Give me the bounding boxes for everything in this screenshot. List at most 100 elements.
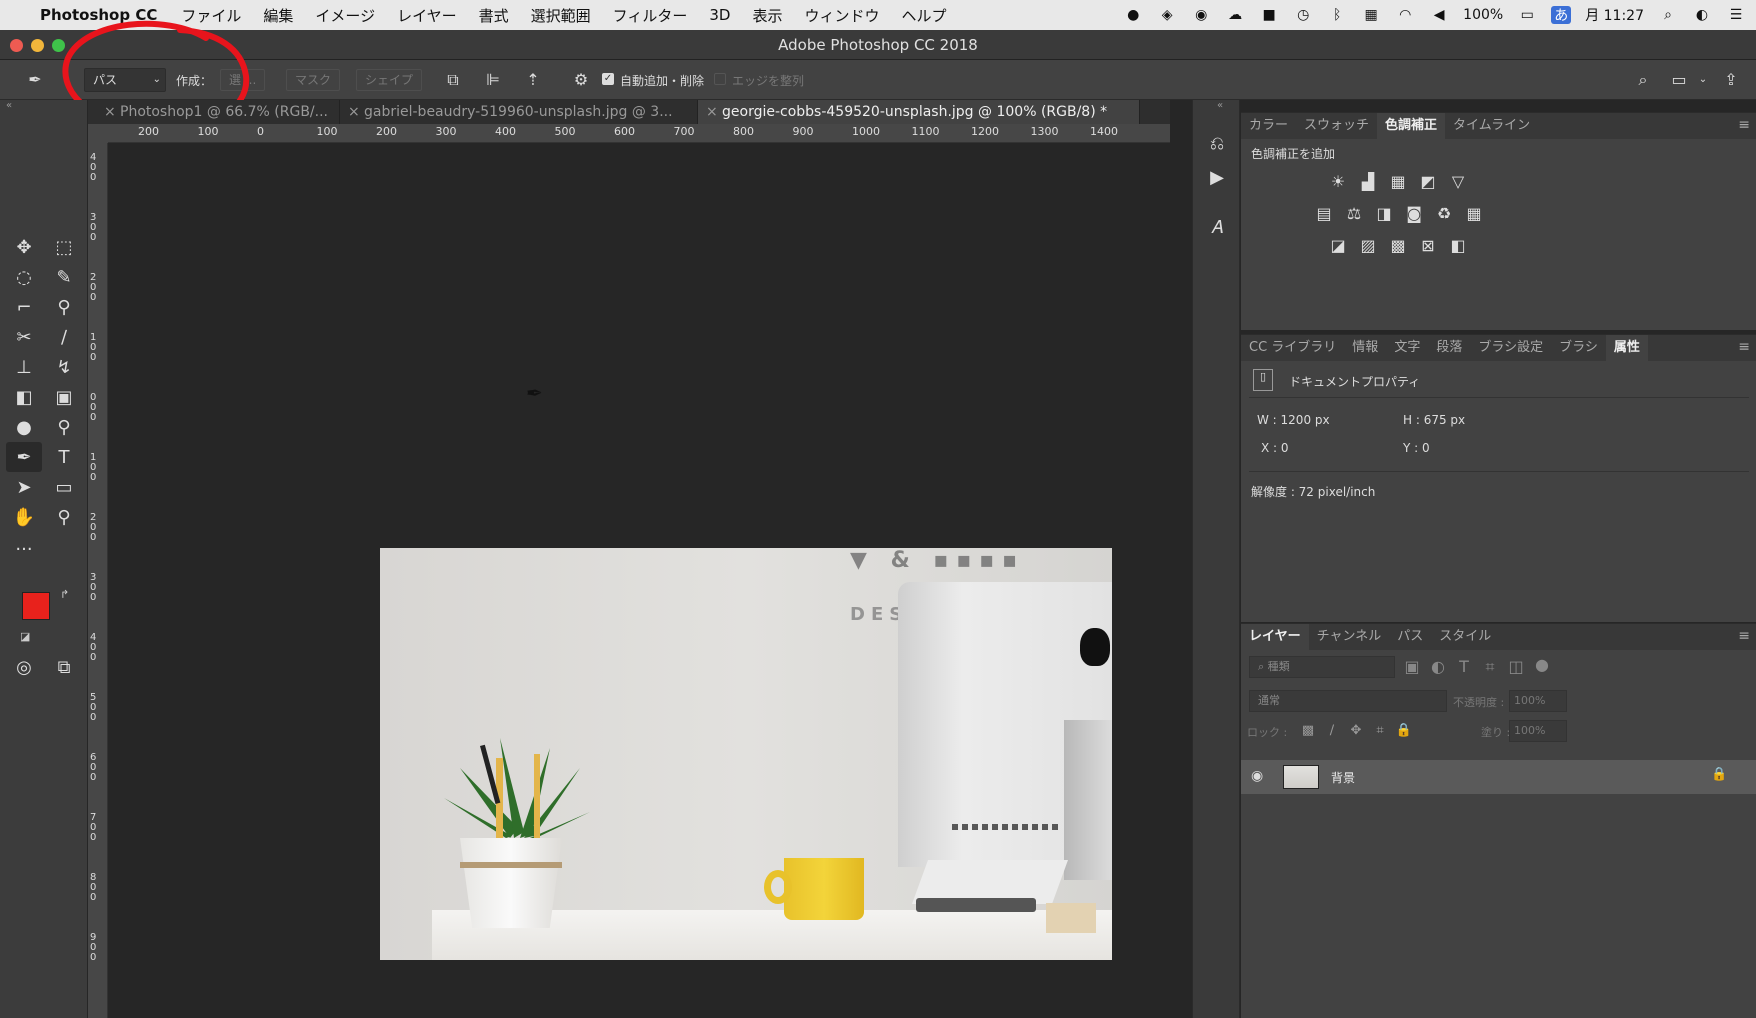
shape-button[interactable]: シェイプ <box>356 69 423 91</box>
battery-icon[interactable]: ▭ <box>1517 6 1537 24</box>
search-icon[interactable]: ⌕ <box>1632 68 1654 92</box>
tab-layers[interactable]: レイヤー <box>1241 624 1309 650</box>
layer-row[interactable]: ◉ 背景 🔒 <box>1241 760 1756 794</box>
panel-menu-icon[interactable]: ≡ <box>1738 117 1750 133</box>
brush-tool-icon[interactable]: ∕ <box>46 322 82 352</box>
dropbox-icon[interactable]: ◈ <box>1157 6 1177 24</box>
curves-icon[interactable]: ▦ <box>1387 171 1409 193</box>
black-white-icon[interactable]: ◨ <box>1373 203 1395 225</box>
creative-cloud-icon[interactable]: ◉ <box>1191 6 1211 24</box>
dodge-tool-icon[interactable]: ⚲ <box>46 412 82 442</box>
brightness-icon[interactable]: ☀ <box>1327 171 1349 193</box>
lock-artboard-icon[interactable]: ⌗ <box>1369 720 1391 742</box>
share-icon[interactable]: ⇪ <box>1720 68 1742 92</box>
menu-help[interactable]: ヘルプ <box>902 5 947 26</box>
minimize-window-button[interactable] <box>31 39 44 52</box>
screen-mode-icon[interactable]: ⧉ <box>46 652 82 682</box>
opacity-field[interactable]: 100% <box>1509 690 1567 712</box>
crop-tool-icon[interactable]: ⌐ <box>6 292 42 322</box>
width-field[interactable]: W : 1200 px <box>1257 413 1330 427</box>
close-window-button[interactable] <box>10 39 23 52</box>
smart-object-filter-icon[interactable]: ◫ <box>1505 656 1527 678</box>
lasso-tool-icon[interactable]: ◌ <box>6 262 42 292</box>
close-tab-icon[interactable]: × <box>706 100 718 124</box>
color-balance-icon[interactable]: ⚖ <box>1343 203 1365 225</box>
actions-panel-icon[interactable]: ▶ <box>1193 160 1241 194</box>
rectangle-tool-icon[interactable]: ▭ <box>46 472 82 502</box>
y-field[interactable]: Y : 0 <box>1403 441 1430 455</box>
levels-icon[interactable]: ▟ <box>1357 171 1379 193</box>
zoom-window-button[interactable] <box>52 39 65 52</box>
document-tab-2[interactable]: × gabriel-beaudry-519960-unsplash.jpg @ … <box>340 100 698 124</box>
volume-icon[interactable]: ◀ <box>1429 6 1449 24</box>
tab-paths[interactable]: パス <box>1389 624 1431 650</box>
panel-menu-icon[interactable]: ≡ <box>1738 339 1750 355</box>
height-field[interactable]: H : 675 px <box>1403 413 1465 427</box>
blur-tool-icon[interactable]: ● <box>6 412 42 442</box>
marquee-tool-icon[interactable]: ⬚ <box>46 232 82 262</box>
tab-adjustments[interactable]: 色調補正 <box>1377 113 1446 139</box>
exposure-icon[interactable]: ◩ <box>1417 171 1439 193</box>
menu-image[interactable]: イメージ <box>315 5 375 26</box>
channel-mixer-icon[interactable]: ♻ <box>1433 203 1455 225</box>
menubar-clock[interactable]: 月 11:27 <box>1585 5 1644 25</box>
history-brush-tool-icon[interactable]: ↯ <box>46 352 82 382</box>
menu-edit[interactable]: 編集 <box>263 5 293 26</box>
evernote-icon[interactable]: ■ <box>1259 6 1279 24</box>
vertical-ruler[interactable]: 40 0 30 0 20 0 10 0 00 0 10 0 20 0 30 0 40 0 50 0… <box>88 143 108 1018</box>
posterize-icon[interactable]: ▨ <box>1357 235 1379 257</box>
horizontal-ruler[interactable]: 200 100 0 100 200 300 400 500 600 700 800 900 1000 11… <box>108 124 1170 143</box>
mask-button[interactable]: マスク <box>286 69 341 91</box>
pixel-filter-icon[interactable]: ▣ <box>1401 656 1423 678</box>
tab-paragraph[interactable]: 段落 <box>1428 335 1470 361</box>
adjustment-filter-icon[interactable]: ◐ <box>1427 656 1449 678</box>
path-alignment-icon[interactable]: ⊫ <box>482 68 504 92</box>
align-edges-checkbox[interactable] <box>714 73 726 85</box>
x-field[interactable]: X : 0 <box>1261 441 1289 455</box>
expand-icon[interactable]: « <box>1217 100 1223 111</box>
gear-icon[interactable]: ⚙ <box>570 68 592 92</box>
color-lookup-icon[interactable]: ▦ <box>1463 203 1485 225</box>
quick-selection-tool-icon[interactable]: ✎ <box>46 262 82 292</box>
path-operations-icon[interactable]: ⧉ <box>442 68 464 92</box>
pen-mode-select[interactable]: パス ⌄ <box>84 68 166 92</box>
blend-mode-select[interactable]: 通常 <box>1249 690 1447 712</box>
type-tool-icon[interactable]: T <box>46 442 82 472</box>
tab-channels[interactable]: チャンネル <box>1309 624 1390 650</box>
path-selection-tool-icon[interactable]: ➤ <box>6 472 42 502</box>
eyedropper-tool-icon[interactable]: ⚲ <box>46 292 82 322</box>
tab-cc-libraries[interactable]: CC ライブラリ <box>1241 335 1344 361</box>
tab-properties[interactable]: 属性 <box>1605 335 1648 361</box>
close-tab-icon[interactable]: × <box>104 100 116 124</box>
gradient-tool-icon[interactable]: ▣ <box>46 382 82 412</box>
shape-filter-icon[interactable]: ⌗ <box>1479 656 1501 678</box>
auto-add-delete-checkbox[interactable]: ✓ <box>602 73 614 85</box>
tab-character[interactable]: 文字 <box>1386 335 1428 361</box>
glyphs-panel-icon[interactable]: 𝐴 <box>1193 210 1241 244</box>
zoom-tool-icon[interactable]: ⚲ <box>46 502 82 532</box>
pen-tool-icon[interactable]: ✒ <box>6 442 42 472</box>
notification-center-icon[interactable]: ☰ <box>1726 6 1746 24</box>
tab-color[interactable]: カラー <box>1241 113 1296 139</box>
bluetooth-icon[interactable]: ᛒ <box>1327 6 1347 24</box>
hand-tool-icon[interactable]: ✋ <box>6 502 42 532</box>
app-menu[interactable]: Photoshop CC <box>40 6 157 24</box>
vibrance-icon[interactable]: ▽ <box>1447 171 1469 193</box>
document-canvas[interactable]: ▼ & ▪▪▪▪ DES ✒ <box>108 143 1170 1018</box>
layer-filter-select[interactable]: ⌕ 種類 <box>1249 656 1395 678</box>
invert-icon[interactable]: ◪ <box>1327 235 1349 257</box>
filter-toggle-icon[interactable]: ● <box>1531 654 1553 676</box>
tab-brushes[interactable]: ブラシ <box>1551 335 1606 361</box>
selective-color-icon[interactable]: ⊠ <box>1417 235 1439 257</box>
collapse-icon[interactable]: « <box>6 100 12 111</box>
make-selection-button[interactable]: 選 ... <box>220 69 266 91</box>
keyboard-icon[interactable]: ▦ <box>1361 6 1381 24</box>
foreground-color-swatch[interactable] <box>22 592 50 620</box>
stamp-tool-icon[interactable]: ⊥ <box>6 352 42 382</box>
panel-menu-icon[interactable]: ≡ <box>1738 628 1750 644</box>
default-colors-icon[interactable]: ◪ <box>20 630 30 643</box>
siri-icon[interactable]: ◐ <box>1692 6 1712 24</box>
close-tab-icon[interactable]: × <box>348 100 360 124</box>
threshold-icon[interactable]: ▩ <box>1387 235 1409 257</box>
pen-tool-preset-icon[interactable]: ✒ <box>24 68 46 92</box>
